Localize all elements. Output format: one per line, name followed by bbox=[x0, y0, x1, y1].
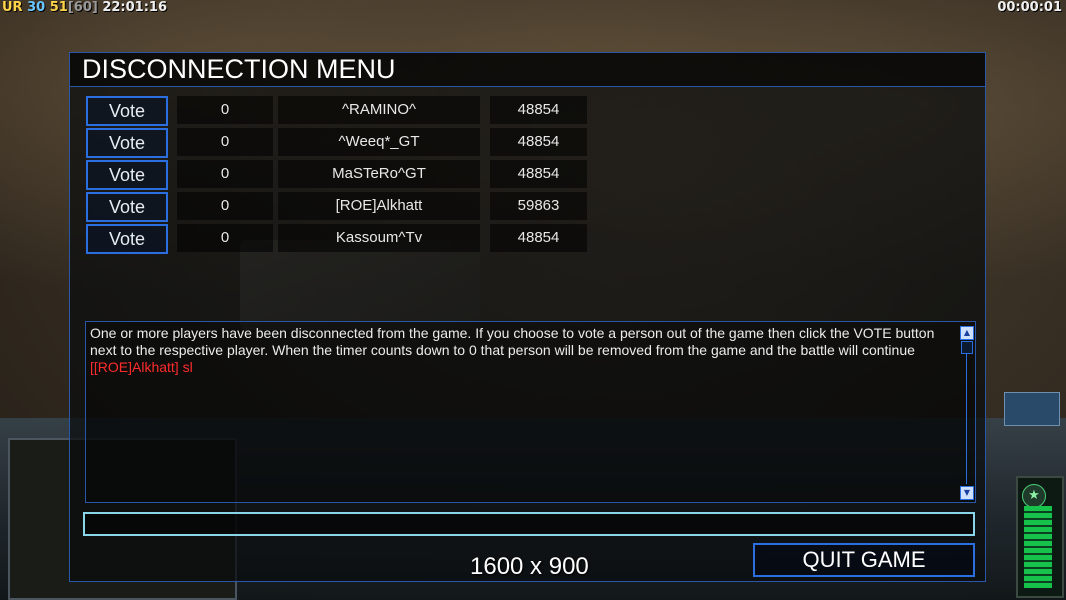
player-name: MaSTeRo^GT bbox=[278, 160, 480, 188]
player-name: [ROE]Alkhatt bbox=[278, 192, 480, 220]
power-meter bbox=[1024, 506, 1052, 588]
player-value: 59863 bbox=[490, 192, 587, 220]
satellite-icon bbox=[1004, 392, 1060, 426]
vote-button[interactable]: Vote bbox=[86, 192, 168, 222]
message-log[interactable]: One or more players have been disconnect… bbox=[85, 321, 976, 503]
scroll-up-icon[interactable]: ▲ bbox=[960, 326, 974, 340]
player-value: 48854 bbox=[490, 224, 587, 252]
dialog-title: DISCONNECTION MENU bbox=[82, 54, 396, 84]
stats-overlay: UR 30 51[60] 22:01:16 bbox=[2, 0, 167, 16]
vote-count: 0 bbox=[177, 128, 273, 156]
vote-button[interactable]: Vote bbox=[86, 128, 168, 158]
vote-button[interactable]: Vote bbox=[86, 160, 168, 190]
player-name: ^Weeq*_GT bbox=[278, 128, 480, 156]
scroll-track bbox=[966, 354, 967, 484]
vote-button[interactable]: Vote bbox=[86, 224, 168, 254]
star-icon: ★ bbox=[1022, 484, 1046, 508]
vote-count: 0 bbox=[177, 160, 273, 188]
resolution-label: 1600 x 900 bbox=[470, 553, 589, 580]
stat-tag: UR bbox=[2, 0, 23, 15]
stat-c: [60] bbox=[67, 0, 98, 15]
player-value: 48854 bbox=[490, 128, 587, 156]
clock-time: 22:01:16 bbox=[102, 0, 168, 15]
message-scrollbar[interactable]: ▲ ▼ bbox=[960, 324, 974, 500]
player-name: Kassoum^Tv bbox=[278, 224, 480, 252]
player-value: 48854 bbox=[490, 160, 587, 188]
scroll-thumb[interactable] bbox=[961, 341, 973, 354]
vote-count: 0 bbox=[177, 224, 273, 252]
system-message: One or more players have been disconnect… bbox=[90, 325, 935, 358]
vote-count: 0 bbox=[177, 192, 273, 220]
chat-message: [[ROE]Alkhatt] sl bbox=[90, 359, 193, 375]
dialog-header: DISCONNECTION MENU bbox=[70, 53, 985, 87]
player-name: ^RAMINO^ bbox=[278, 96, 480, 124]
quit-game-button[interactable]: QUIT GAME bbox=[753, 543, 975, 577]
game-timer: 00:00:01 bbox=[997, 0, 1062, 15]
disconnection-dialog: DISCONNECTION MENU Vote 0 ^RAMINO^ 48854… bbox=[69, 52, 986, 582]
vote-button[interactable]: Vote bbox=[86, 96, 168, 126]
scroll-down-icon[interactable]: ▼ bbox=[960, 486, 974, 500]
vote-count: 0 bbox=[177, 96, 273, 124]
chat-input[interactable] bbox=[83, 512, 975, 536]
stat-a: 30 bbox=[27, 0, 46, 15]
player-value: 48854 bbox=[490, 96, 587, 124]
stat-b: 51 bbox=[49, 0, 68, 15]
message-text: One or more players have been disconnect… bbox=[90, 325, 958, 376]
